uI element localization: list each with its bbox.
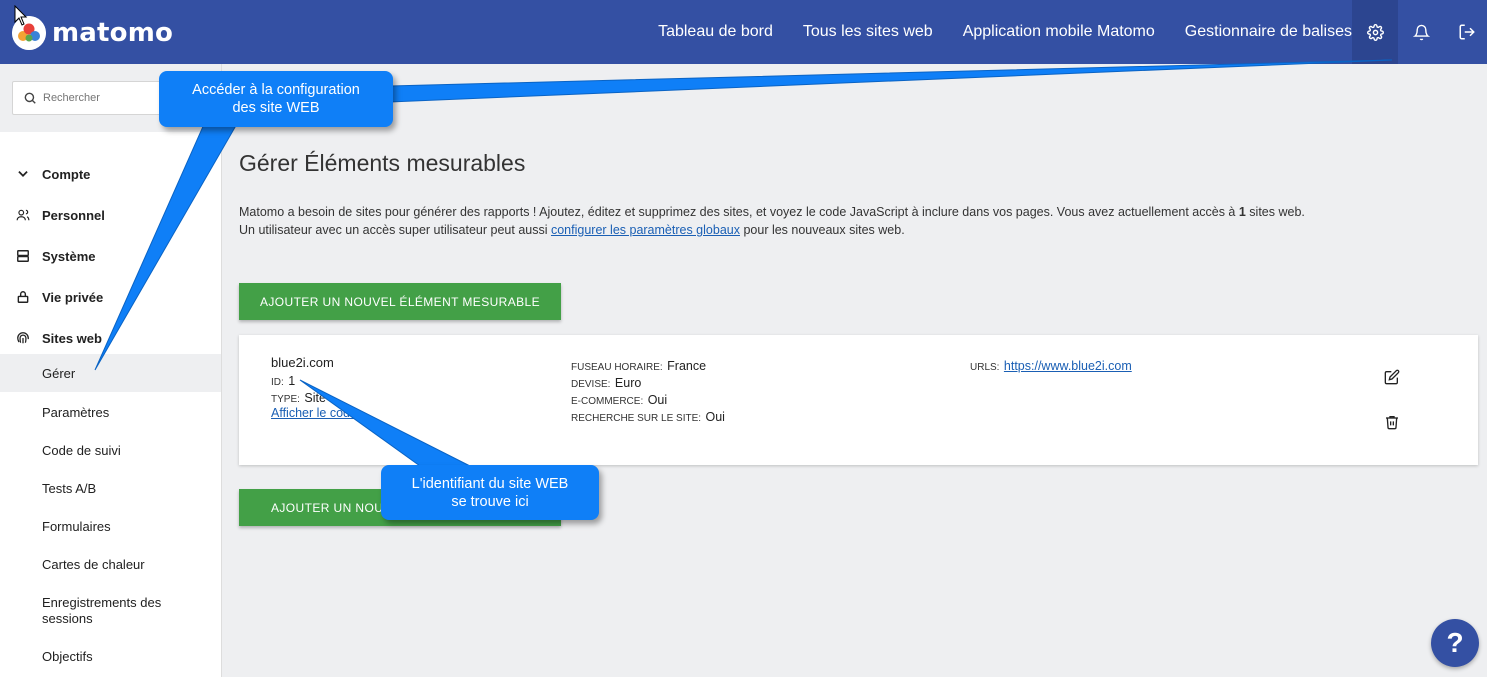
- sidebar-category-privacy[interactable]: Vie privée: [0, 282, 221, 312]
- sidebar-item-label: Gérer: [42, 365, 76, 381]
- site-type-value: Site: [304, 391, 326, 405]
- ecommerce-row: E-COMMERCE: Oui: [571, 391, 667, 409]
- top-navigation-bar: matomo Tableau de bord Tous les sites we…: [0, 0, 1487, 64]
- fingerprint-icon: [15, 330, 31, 346]
- sidebar-category-account[interactable]: Compte: [0, 159, 221, 189]
- intro-text-part: sites web.: [1245, 205, 1305, 219]
- logout-icon: [1459, 24, 1475, 40]
- nav-all-websites[interactable]: Tous les sites web: [803, 23, 933, 41]
- callout-text: des site WEB: [232, 100, 320, 116]
- sitesearch-label: RECHERCHE SUR LE SITE:: [571, 413, 702, 424]
- intro-text-part: Un utilisateur avec un accès super utili…: [239, 223, 551, 237]
- mouse-cursor-icon: [14, 5, 28, 26]
- site-name: blue2i.com: [271, 355, 334, 370]
- currency-value: Euro: [614, 376, 642, 390]
- site-id-row: ID: 1: [271, 372, 295, 390]
- timezone-value: France: [667, 359, 707, 373]
- intro-text-part: pour les nouveaux sites web.: [739, 223, 905, 237]
- logout-button[interactable]: [1444, 0, 1487, 64]
- site-id-label: ID:: [271, 377, 284, 388]
- currency-label: DEVISE:: [571, 379, 611, 390]
- add-measurable-button[interactable]: AJOUTER UN NOUVEL ÉLÉMENT MESURABLE: [239, 283, 561, 320]
- nav-mobile-app[interactable]: Application mobile Matomo: [963, 23, 1155, 41]
- sidebar-category-websites[interactable]: Sites web: [0, 323, 221, 353]
- show-code-link[interactable]: Afficher le code: [271, 406, 357, 420]
- sidebar-item-label: Formulaires: [42, 518, 111, 534]
- ecommerce-label: E-COMMERCE:: [571, 396, 644, 407]
- gear-icon: [1366, 23, 1384, 41]
- admin-sidebar: Compte Personnel Système Vie privée Site…: [0, 64, 222, 677]
- sidebar-item-label: Cartes de chaleur: [42, 556, 145, 572]
- search-icon: [24, 92, 36, 104]
- sidebar-item-manage[interactable]: Gérer: [0, 354, 221, 392]
- brand-name: matomo: [52, 18, 174, 48]
- sidebar-category-label: Système: [42, 248, 96, 264]
- sitesearch-row: RECHERCHE SUR LE SITE: Oui: [571, 408, 725, 426]
- site-id-value: 1: [288, 374, 296, 388]
- sidebar-item-label: Tests A/B: [42, 480, 97, 496]
- sidebar-category-label: Compte: [42, 166, 91, 182]
- intro-text: Matomo a besoin de sites pour générer de…: [239, 203, 1439, 239]
- sidebar-item-label: Objectifs: [42, 648, 93, 664]
- sidebar-item-forms[interactable]: Formulaires: [0, 507, 221, 545]
- urls-label: URLS:: [970, 362, 1000, 373]
- sidebar-category-label: Personnel: [42, 207, 105, 223]
- sidebar-category-system[interactable]: Système: [0, 241, 221, 271]
- callout-text: se trouve ici: [451, 493, 529, 510]
- sidebar-item-goals[interactable]: Objectifs: [0, 637, 221, 675]
- nav-tag-manager[interactable]: Gestionnaire de balises: [1185, 23, 1352, 41]
- site-url-link[interactable]: https://www.blue2i.com: [1004, 359, 1132, 373]
- sidebar-item-tracking-code[interactable]: Code de suivi: [0, 431, 221, 469]
- site-type-label: TYPE:: [271, 394, 300, 405]
- sidebar-item-label: Enregistrements des sessions: [42, 595, 162, 626]
- lock-icon: [15, 289, 31, 305]
- sitesearch-value: Oui: [705, 410, 725, 424]
- callout-arrow-settings: [389, 59, 1393, 103]
- site-count: 1: [1238, 205, 1246, 219]
- show-code-row: Afficher le code: [271, 406, 357, 420]
- callout-settings: Accéder à la configuration des site WEB: [159, 71, 393, 127]
- sidebar-item-settings[interactable]: Paramètres: [0, 393, 221, 431]
- notifications-button[interactable]: [1398, 0, 1444, 64]
- sidebar-item-session-recordings[interactable]: Enregistrements des sessions: [0, 591, 221, 631]
- global-settings-link[interactable]: configurer les paramètres globaux: [551, 223, 740, 237]
- callout-text: Accéder à la configuration: [192, 82, 360, 98]
- top-nav-links: Tableau de bord Tous les sites web Appli…: [628, 0, 1352, 64]
- sidebar-item-label: Paramètres: [42, 404, 110, 420]
- currency-row: DEVISE: Euro: [571, 374, 641, 392]
- sidebar-category-label: Sites web: [42, 330, 102, 346]
- timezone-label: FUSEAU HORAIRE:: [571, 362, 663, 373]
- page-title: Gérer Éléments mesurables: [239, 150, 526, 176]
- timezone-row: FUSEAU HORAIRE: France: [571, 357, 706, 375]
- edit-icon[interactable]: [1384, 369, 1400, 385]
- people-icon: [15, 207, 31, 223]
- intro-text-part: Matomo a besoin de sites pour générer de…: [239, 205, 1239, 219]
- trash-icon[interactable]: [1384, 414, 1400, 430]
- chevron-down-icon: [15, 166, 31, 182]
- ecommerce-value: Oui: [647, 393, 668, 407]
- server-icon: [15, 248, 31, 264]
- sidebar-item-heatmaps[interactable]: Cartes de chaleur: [0, 545, 221, 583]
- matomo-logo[interactable]: matomo: [12, 16, 173, 50]
- site-card: blue2i.com ID: 1 TYPE: Site Afficher le …: [239, 335, 1478, 465]
- nav-dashboard[interactable]: Tableau de bord: [658, 23, 773, 41]
- callout-text: L'identifiant du site WEB: [411, 475, 569, 492]
- callout-site-id: L'identifiant du site WEB se trouve ici: [381, 465, 599, 520]
- bell-icon: [1412, 24, 1430, 40]
- sidebar-item-label: Code de suivi: [42, 442, 121, 458]
- help-button[interactable]: ?: [1431, 619, 1479, 667]
- sidebar-item-ab-tests[interactable]: Tests A/B: [0, 469, 221, 507]
- sidebar-category-label: Vie privée: [42, 289, 104, 305]
- site-type-row: TYPE: Site: [271, 389, 326, 407]
- admin-settings-button[interactable]: [1352, 0, 1398, 64]
- urls-row: URLS: https://www.blue2i.com: [970, 357, 1132, 375]
- sidebar-category-personnel[interactable]: Personnel: [0, 200, 221, 230]
